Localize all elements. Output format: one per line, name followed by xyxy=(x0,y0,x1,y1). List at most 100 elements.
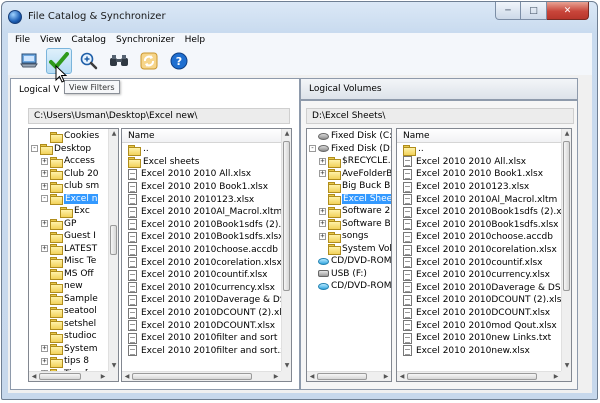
file-row[interactable]: Excel 2010 2010DCOUNT.xlsx xyxy=(397,307,561,320)
tree-item[interactable]: Exc xyxy=(29,205,108,218)
file-row[interactable]: Excel 2010 2010Book1sdfs.xlsx xyxy=(397,219,561,232)
tree-item[interactable]: + LATEST xyxy=(29,243,108,256)
expand-icon[interactable]: + xyxy=(319,157,326,165)
left-list-header-name[interactable]: Name xyxy=(122,129,281,143)
menu-synchronizer[interactable]: Synchronizer xyxy=(111,35,180,45)
tree-item[interactable]: USB (F:) xyxy=(307,268,391,281)
tree-item[interactable]: MS Off xyxy=(29,268,108,281)
expand-icon[interactable]: + xyxy=(41,157,48,165)
file-row[interactable]: Excel 2010 2010new Links.txt xyxy=(397,332,561,345)
left-tree-hscroll[interactable]: ◀ ▶ xyxy=(29,371,108,381)
tree-item[interactable]: + club sm xyxy=(29,180,108,193)
file-row[interactable]: Excel 2010 2010mod Qout.xlsx xyxy=(397,319,561,332)
expand-icon[interactable]: + xyxy=(319,207,326,215)
file-row[interactable]: Excel 2010 2010Book1sdfs (2).xlsx xyxy=(397,206,561,219)
file-row[interactable]: Excel 2010 2010 Book1.xlsx xyxy=(397,168,561,181)
file-row[interactable]: Excel 2010 2010Book1sdfs.xlsx xyxy=(122,231,281,244)
tree-item[interactable]: seatool xyxy=(29,305,108,318)
collapse-icon[interactable]: - xyxy=(31,145,38,153)
expand-icon[interactable]: + xyxy=(319,232,326,240)
maximize-button[interactable]: □ xyxy=(521,2,547,20)
right-list-vscroll[interactable]: ▲ ▼ xyxy=(561,129,571,371)
tree-item[interactable]: + System xyxy=(29,343,108,356)
tree-item[interactable]: Fixed Disk (C:) xyxy=(307,130,391,143)
file-row[interactable]: Excel 2010 2010 All.xlsx xyxy=(397,156,561,169)
expand-icon[interactable]: + xyxy=(41,220,48,228)
file-row[interactable]: Excel 2010 2010choose.accdb xyxy=(397,231,561,244)
file-row[interactable]: .. xyxy=(122,143,281,156)
tree-item[interactable]: CD/DVD-ROM D xyxy=(307,280,391,293)
file-row[interactable]: Excel 2010 2010123.xlsx xyxy=(122,193,281,206)
file-row[interactable]: Excel 2010 2010filter and sort (2). xyxy=(122,332,281,345)
tab-logical-volumes-right[interactable]: Logical Volumes xyxy=(300,78,578,100)
file-row[interactable]: Excel 2010 2010 Book1.xlsx xyxy=(122,181,281,194)
file-row[interactable]: Excel 2010 2010choose.accdb xyxy=(122,244,281,257)
file-row[interactable]: Excel 2010 2010DCOUNT.xlsx xyxy=(122,319,281,332)
tree-item[interactable]: + tips 8 xyxy=(29,355,108,368)
synchronize-button[interactable] xyxy=(136,48,162,74)
find-button[interactable] xyxy=(106,48,132,74)
menu-file[interactable]: File xyxy=(10,35,35,45)
file-row[interactable]: Excel 2010 2010DCOUNT (2).xlsx xyxy=(397,294,561,307)
file-row[interactable]: Excel 2010 2010corelation.xlsx xyxy=(397,244,561,257)
tree-item[interactable]: - Excel n xyxy=(29,193,108,206)
file-row[interactable]: Excel 2010 2010Al_Macrol.xltm xyxy=(122,206,281,219)
file-row[interactable]: Excel 2010 2010new.xlsx xyxy=(397,345,561,358)
file-row[interactable]: Excel sheets xyxy=(122,156,281,169)
tree-item[interactable]: System Volur xyxy=(307,243,391,256)
file-row[interactable]: Excel 2010 2010Daverage & DSUM xyxy=(397,282,561,295)
expand-icon[interactable]: + xyxy=(41,357,48,365)
file-row[interactable]: Excel 2010 2010123.xlsx xyxy=(397,181,561,194)
right-folder-tree[interactable]: Fixed Disk (C:) - Fixed Disk (D:) + $RECYCLE… xyxy=(306,128,392,382)
tree-item[interactable]: Sample xyxy=(29,293,108,306)
file-row[interactable]: Excel 2010 2010currency.xlsx xyxy=(397,269,561,282)
tree-item[interactable]: new xyxy=(29,280,108,293)
tree-item[interactable]: + Software 2 xyxy=(307,205,391,218)
tree-item[interactable]: Misc Te xyxy=(29,255,108,268)
left-path-field[interactable]: C:\Users\Usman\Desktop\Excel new\ xyxy=(28,108,290,124)
right-list-hscroll[interactable]: ◀ ▶ xyxy=(397,371,561,381)
file-row[interactable]: Excel 2010 2010 All.xlsx xyxy=(122,168,281,181)
left-tree-vscroll[interactable]: ▲ ▼ xyxy=(108,129,118,371)
file-row[interactable]: Excel 2010 2010Al_Macrol.xltm xyxy=(397,193,561,206)
expand-icon[interactable]: + xyxy=(41,345,48,353)
tree-item[interactable]: + songs xyxy=(307,230,391,243)
file-row[interactable]: Excel 2010 2010DCOUNT (2).xlsx xyxy=(122,307,281,320)
menu-view[interactable]: View xyxy=(35,35,66,45)
tree-item[interactable]: - Fixed Disk (D:) xyxy=(307,143,391,156)
tree-item[interactable]: CD/DVD-ROM D xyxy=(307,255,391,268)
menu-help[interactable]: Help xyxy=(180,35,211,45)
tree-item[interactable]: + Access xyxy=(29,155,108,168)
tree-item[interactable]: + GP xyxy=(29,218,108,231)
tree-item[interactable]: - Desktop xyxy=(29,143,108,156)
tree-item[interactable]: Big Buck Bun xyxy=(307,180,391,193)
collapse-icon[interactable]: - xyxy=(41,195,48,203)
tree-item[interactable]: studioc xyxy=(29,330,108,343)
menu-catalog[interactable]: Catalog xyxy=(66,35,111,45)
tree-item[interactable]: + AveFolderBG xyxy=(307,168,391,181)
right-list-header-name[interactable]: Name xyxy=(397,129,561,143)
computer-button[interactable] xyxy=(16,48,42,74)
file-row[interactable]: Excel 2010 2010currency.xlsx xyxy=(122,282,281,295)
right-file-list[interactable]: Name .. Excel 2010 2010 All.xlsx Excel 201… xyxy=(396,128,572,382)
title-bar[interactable]: File Catalog & Synchronizer ─ □ ✕ xyxy=(2,2,597,32)
right-path-field[interactable]: D:\Excel Sheets\ xyxy=(306,108,574,124)
tree-item[interactable]: + Software Bac xyxy=(307,218,391,231)
file-row[interactable]: Excel 2010 2010countif.xlsx xyxy=(122,269,281,282)
file-row[interactable]: Excel 2010 2010corelation.xlsx xyxy=(122,256,281,269)
right-tree-hscroll[interactable]: ◀ ▶ xyxy=(307,371,391,381)
help-button[interactable]: ? xyxy=(166,48,192,74)
zoom-button[interactable] xyxy=(76,48,102,74)
expand-icon[interactable]: + xyxy=(41,182,48,190)
expand-icon[interactable]: + xyxy=(41,170,48,178)
tab-logical-volumes-left[interactable]: Logical V xyxy=(10,78,300,101)
expand-icon[interactable]: + xyxy=(319,220,326,228)
expand-icon[interactable]: + xyxy=(41,245,48,253)
left-list-hscroll[interactable]: ◀ ▶ xyxy=(122,371,281,381)
file-row[interactable]: Excel 2010 2010Book1sdfs (2).xlsx xyxy=(122,219,281,232)
tree-item[interactable]: Cookies xyxy=(29,130,108,143)
left-list-vscroll[interactable]: ▲ ▼ xyxy=(281,129,291,371)
tree-item[interactable]: Guest I xyxy=(29,230,108,243)
expand-icon[interactable]: + xyxy=(319,170,326,178)
tree-item[interactable]: setshel xyxy=(29,318,108,331)
